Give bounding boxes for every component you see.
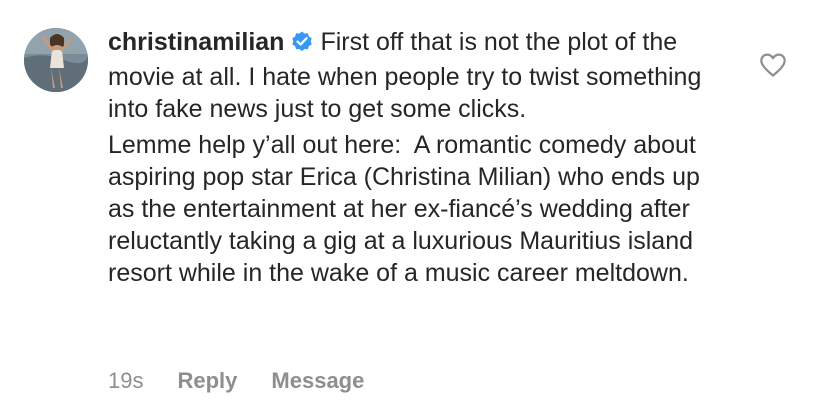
comment-body: christinamilian First off that is not the…: [108, 26, 728, 289]
comment-text: christinamilian First off that is not the…: [108, 26, 728, 125]
reply-button[interactable]: Reply: [177, 368, 237, 394]
message-button[interactable]: Message: [271, 368, 364, 394]
heart-icon[interactable]: [759, 52, 787, 78]
avatar[interactable]: [24, 28, 88, 92]
comment-item: christinamilian First off that is not the…: [0, 0, 828, 420]
avatar-photo: [24, 28, 88, 92]
comment-text-second: Lemme help y’all out here: A romantic co…: [108, 131, 707, 287]
verified-badge-icon: [290, 29, 314, 61]
comment-actions: 19s Reply Message: [108, 368, 364, 394]
username-link[interactable]: christinamilian: [108, 28, 284, 56]
timestamp[interactable]: 19s: [108, 368, 143, 394]
